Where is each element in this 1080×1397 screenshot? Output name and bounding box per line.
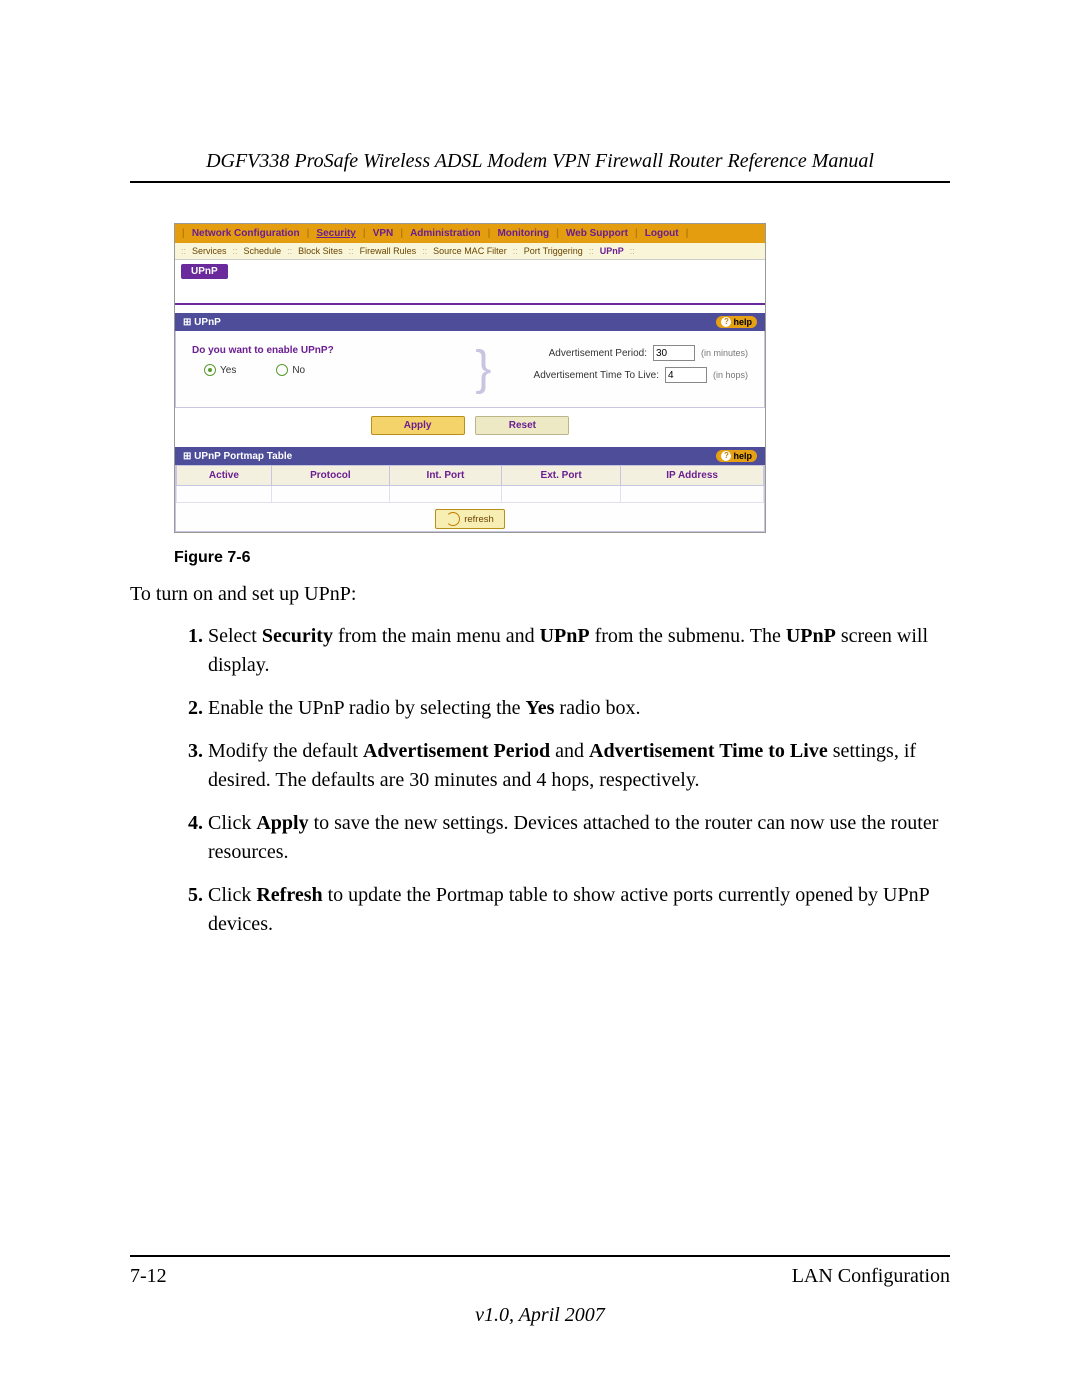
portmap-section-title: UPnP Portmap Table [194,451,292,462]
menu-security[interactable]: Security [314,228,357,239]
upnp-section-title: UPnP [194,317,221,328]
portmap-col-int-port: Int. Port [389,466,501,486]
radio-yes[interactable]: Yes [204,364,236,376]
refresh-label: refresh [464,514,494,525]
radio-dot-icon [276,364,288,376]
brace-divider-icon: } [475,345,489,393]
radio-dot-icon [204,364,216,376]
portmap-section-body: Active Protocol Int. Port Ext. Port IP A… [175,465,765,532]
menu-web-support[interactable]: Web Support [564,228,630,239]
portmap-section-header: ⊞ UPnP Portmap Table help [175,447,765,465]
adv-ttl-input[interactable] [665,367,707,383]
page-footer: 7-12 LAN Configuration v1.0, April 2007 [130,1247,950,1327]
menu-network-configuration[interactable]: Network Configuration [190,228,302,239]
step-2: Enable the UPnP radio by selecting the Y… [208,694,950,723]
menu-logout[interactable]: Logout [643,228,681,239]
submenu-block-sites[interactable]: Block Sites [298,246,343,256]
upnp-section-body: Do you want to enable UPnP? Yes No } [175,331,765,408]
menu-monitoring[interactable]: Monitoring [495,228,551,239]
radio-no[interactable]: No [276,364,305,376]
adv-period-unit: (in minutes) [701,348,748,358]
main-menu: | Network Configuration | Security | VPN… [175,224,765,243]
sub-menu: :: Services :: Schedule :: Block Sites :… [175,243,765,260]
title-divider [130,181,950,183]
step-5: Click Refresh to update the Portmap tabl… [208,881,950,939]
submenu-source-mac-filter[interactable]: Source MAC Filter [433,246,507,256]
table-row [177,486,764,503]
submenu-schedule[interactable]: Schedule [244,246,282,256]
help-link-upnp[interactable]: help [716,316,757,328]
page-tab-upnp[interactable]: UPnP [181,264,228,279]
upnp-section-header: ⊞ UPnP help [175,313,765,331]
lead-text: To turn on and set up UPnP: [130,581,950,608]
submenu-upnp[interactable]: UPnP [600,246,624,256]
figure-caption: Figure 7-6 [174,549,950,567]
adv-period-input[interactable] [653,345,695,361]
section-name: LAN Configuration [792,1265,950,1288]
menu-vpn[interactable]: VPN [371,228,396,239]
radio-no-label: No [292,365,305,376]
portmap-col-protocol: Protocol [271,466,389,486]
portmap-col-active: Active [177,466,272,486]
submenu-firewall-rules[interactable]: Firewall Rules [360,246,417,256]
portmap-table: Active Protocol Int. Port Ext. Port IP A… [176,465,764,503]
apply-button[interactable]: Apply [371,416,465,435]
step-3: Modify the default Advertisement Period … [208,737,950,795]
enable-upnp-question: Do you want to enable UPnP? [192,345,465,356]
page-number: 7-12 [130,1265,167,1288]
refresh-button[interactable]: refresh [435,509,505,529]
button-row: Apply Reset [175,408,765,439]
radio-yes-label: Yes [220,365,236,376]
version-line: v1.0, April 2007 [130,1304,950,1327]
help-link-portmap[interactable]: help [716,450,757,462]
router-ui-figure: | Network Configuration | Security | VPN… [174,223,766,533]
reset-button[interactable]: Reset [475,416,569,435]
footer-divider [130,1255,950,1257]
steps-list: Select Security from the main menu and U… [130,622,950,939]
portmap-col-ext-port: Ext. Port [501,466,620,486]
adv-ttl-unit: (in hops) [713,370,748,380]
step-1: Select Security from the main menu and U… [208,622,950,680]
menu-administration[interactable]: Administration [408,228,483,239]
submenu-port-triggering[interactable]: Port Triggering [524,246,583,256]
portmap-col-ip-address: IP Address [621,466,764,486]
step-4: Click Apply to save the new settings. De… [208,809,950,867]
adv-ttl-label: Advertisement Time To Live: [534,370,659,381]
submenu-services[interactable]: Services [192,246,227,256]
document-title: DGFV338 ProSafe Wireless ADSL Modem VPN … [130,150,950,173]
adv-period-label: Advertisement Period: [549,348,647,359]
refresh-icon [446,512,460,526]
